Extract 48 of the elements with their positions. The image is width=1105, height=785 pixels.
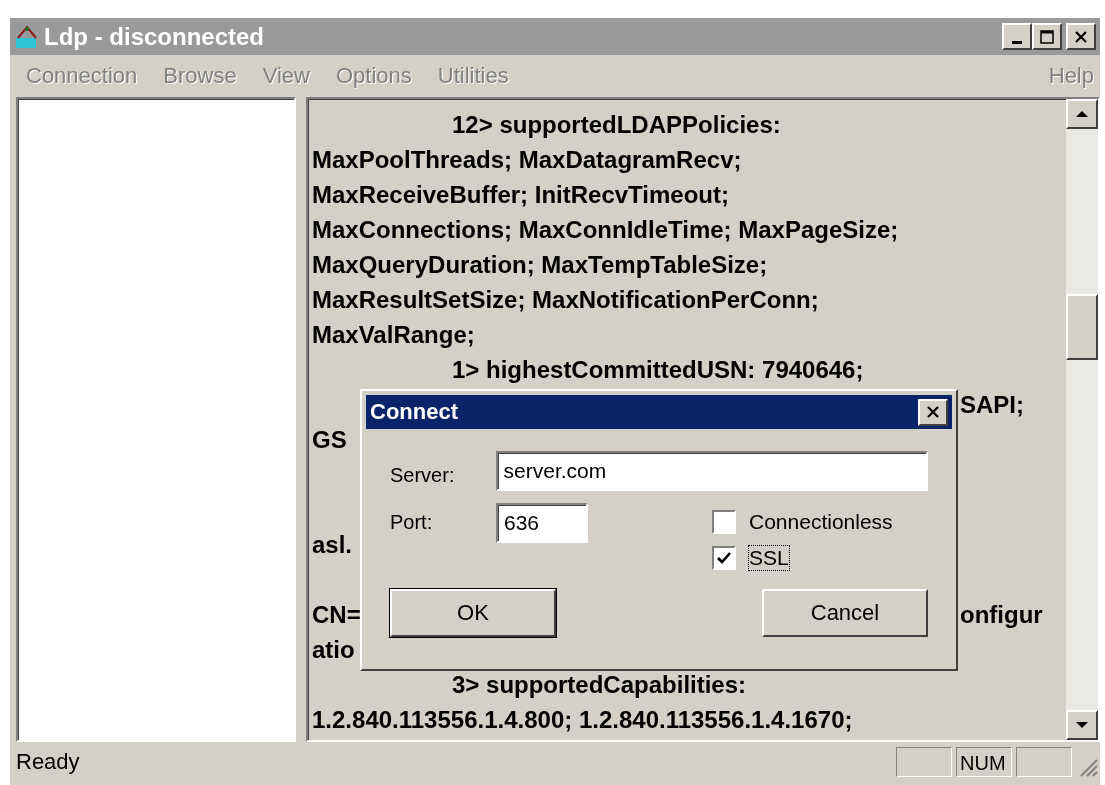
output-line: MaxQueryDuration; MaxTempTableSize; [312, 251, 768, 278]
checkbox[interactable] [712, 510, 736, 534]
output-line: 12> supportedLDAPPolicies: [452, 111, 781, 138]
maximize-button[interactable] [1032, 23, 1062, 50]
output-line: MaxValRange; [312, 321, 475, 348]
status-panel: NUM [956, 747, 1012, 777]
output-fragment: SAPI; [960, 391, 1024, 418]
ok-button[interactable]: OK [390, 589, 556, 637]
output-fragment: CN= [312, 601, 361, 628]
checkbox-label[interactable]: Connectionless [748, 509, 894, 535]
field-label: Server: [390, 462, 456, 487]
checkmark-icon [717, 552, 731, 564]
app-icon [14, 23, 40, 50]
output-line: MaxReceiveBuffer; InitRecvTimeout; [312, 181, 729, 208]
output-line: 1> highestCommittedUSN: 7940646; [452, 356, 864, 383]
cancel-button[interactable]: Cancel [762, 589, 928, 637]
maximize-icon [1040, 29, 1054, 44]
minimize-icon [1012, 41, 1022, 44]
scroll-down-button[interactable] [1066, 710, 1098, 740]
window-title: Ldp - disconnected [44, 22, 264, 51]
down-arrow-icon [1075, 721, 1089, 729]
output-line: 3> supportedCapabilities: [452, 671, 747, 698]
output-line: 1.2.840.113556.1.4.800; 1.2.840.113556.1.4.1670; [312, 706, 853, 733]
field-label: Port: [390, 510, 434, 534]
checkbox-label[interactable]: SSL [748, 545, 790, 571]
minimize-button[interactable] [1002, 23, 1032, 50]
port-field[interactable]: 636 [496, 503, 588, 543]
status-panel [1016, 747, 1072, 777]
status-panel [896, 747, 952, 777]
output-line: MaxResultSetSize; MaxNotificationPerConn; [312, 286, 819, 313]
close-button[interactable] [1066, 23, 1096, 50]
output-fragment: asl. [312, 531, 353, 558]
output-fragment: atio [312, 636, 355, 663]
status-text: Ready [16, 749, 80, 775]
dialog-title: Connect [370, 399, 458, 425]
up-arrow-icon [1075, 110, 1089, 118]
scrollbar[interactable] [1066, 99, 1098, 740]
output-line: MaxPoolThreads; MaxDatagramRecv; [312, 146, 742, 173]
checkbox[interactable] [712, 546, 736, 570]
close-button[interactable] [918, 398, 948, 426]
server-field[interactable]: server.com [495, 451, 928, 491]
close-icon [1074, 29, 1088, 44]
output-fragment: GS [312, 426, 347, 453]
close-icon [926, 405, 940, 419]
scroll-thumb[interactable] [1066, 294, 1098, 360]
output-line: MaxConnections; MaxConnIdleTime; MaxPageSize; [312, 216, 899, 243]
scroll-up-button[interactable] [1066, 99, 1098, 129]
output-fragment: onfigur [960, 601, 1043, 628]
